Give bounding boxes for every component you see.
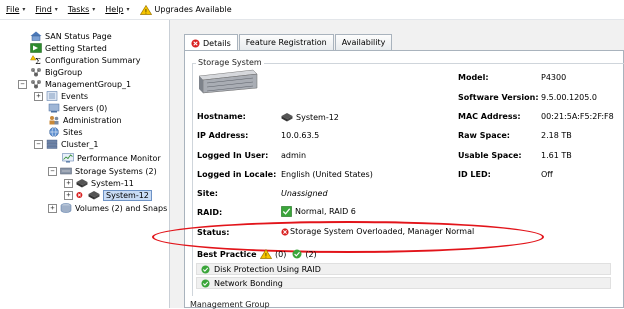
- group-icon: [31, 80, 41, 89]
- locale-value: English (United States): [281, 170, 373, 179]
- collapse-icon[interactable]: −: [18, 79, 27, 89]
- id-led-value: Off: [541, 170, 553, 179]
- tab-availability[interactable]: Availability: [334, 34, 393, 50]
- ip-value: 10.0.63.5: [281, 131, 320, 140]
- server-icon: [48, 103, 60, 113]
- disk-icon: [76, 179, 88, 188]
- home-icon: [30, 31, 42, 41]
- tree-item-system-12[interactable]: + System-12: [64, 189, 152, 201]
- usable-space-value: 1.61 TB: [541, 151, 572, 160]
- menu-tasks[interactable]: Tasks ▾: [68, 5, 95, 14]
- globe-icon: [49, 127, 59, 137]
- site-value: Unassigned: [281, 189, 328, 198]
- status-highlight-ellipse: [152, 221, 544, 253]
- tree-item-configuration-summary[interactable]: Σ Configuration Summary: [30, 54, 140, 66]
- chevron-down-icon: ▾: [54, 6, 58, 13]
- usable-space-label: Usable Space:: [458, 151, 522, 160]
- raw-space-value: 2.18 TB: [541, 131, 572, 140]
- disk-icon: [281, 113, 293, 122]
- section-title: Storage System: [196, 58, 264, 67]
- expand-icon[interactable]: +: [48, 203, 57, 213]
- hostname-label: Hostname:: [197, 112, 246, 121]
- tree-item-management-group[interactable]: − ManagementGroup_1: [18, 78, 131, 90]
- svg-text:!: !: [144, 8, 146, 14]
- tree-item-cluster[interactable]: − Cluster_1: [34, 138, 98, 150]
- site-label: Site:: [197, 189, 218, 198]
- expand-icon[interactable]: +: [64, 178, 73, 188]
- getting-started-icon: [30, 43, 42, 53]
- navigation-tree-panel: SAN Status Page Getting Started Σ Config…: [0, 20, 170, 308]
- tree-item-storage-systems[interactable]: − Storage Systems (2): [48, 165, 157, 177]
- disk-icon: [88, 191, 100, 200]
- id-led-label: ID LED:: [458, 170, 491, 179]
- tree-item-servers[interactable]: Servers (0): [48, 102, 107, 114]
- best-practice-item[interactable]: Disk Protection Using RAID: [196, 263, 611, 275]
- events-icon: [46, 91, 58, 101]
- hostname-value: System-12: [281, 112, 339, 122]
- raw-space-label: Raw Space:: [458, 131, 510, 140]
- storage-device-image: [198, 69, 258, 94]
- best-practice-title: Best Practice: [197, 250, 257, 259]
- warning-icon: !: [260, 249, 272, 259]
- menu-bar: File ▾ Find ▾ Tasks ▾ Help ▾ ! Upgrades Avai…: [0, 0, 624, 20]
- expand-icon[interactable]: +: [64, 190, 73, 200]
- raid-label: RAID:: [197, 208, 223, 217]
- svg-text:!: !: [265, 253, 267, 259]
- tree-item-san-status[interactable]: SAN Status Page: [30, 30, 112, 42]
- tab-details[interactable]: Details: [184, 34, 238, 51]
- svg-text:Σ: Σ: [35, 57, 41, 65]
- monitor-icon: [62, 153, 74, 163]
- raid-value: Normal, RAID 6: [281, 206, 356, 217]
- menu-help[interactable]: Help ▾: [105, 5, 129, 14]
- tab-bar: Details Feature Registration Availabilit…: [184, 34, 393, 51]
- tree-item-system-11[interactable]: + System-11: [64, 177, 134, 189]
- chevron-down-icon: ▾: [92, 6, 96, 13]
- best-practice-summary: ! (0) (2): [260, 249, 317, 259]
- logged-user-label: Logged In User:: [197, 151, 269, 160]
- collapse-icon[interactable]: −: [48, 166, 57, 176]
- warning-icon: !: [139, 4, 152, 15]
- model-label: Model:: [458, 73, 489, 82]
- volume-icon: [60, 203, 72, 213]
- mac-address-label: MAC Address:: [458, 112, 521, 121]
- model-value: P4300: [541, 73, 567, 82]
- tree-item-getting-started[interactable]: Getting Started: [30, 42, 107, 54]
- menu-find[interactable]: Find ▾: [35, 5, 57, 14]
- admin-icon: [49, 116, 59, 125]
- tree-item-sites[interactable]: Sites: [48, 126, 83, 138]
- ip-label: IP Address:: [197, 131, 249, 140]
- storage-icon: [60, 167, 72, 175]
- locale-label: Logged in Locale:: [197, 170, 277, 179]
- tab-feature-registration[interactable]: Feature Registration: [238, 34, 334, 50]
- cluster-icon: [46, 139, 58, 149]
- expand-icon[interactable]: +: [34, 91, 43, 101]
- mac-address-value: 00:21:5A:F5:2F:F8: [541, 112, 614, 121]
- ok-icon: [201, 278, 210, 288]
- upgrades-available-link[interactable]: ! Upgrades Available: [139, 4, 232, 15]
- collapse-icon[interactable]: −: [34, 139, 43, 149]
- software-version-value: 9.5.00.1205.0: [541, 93, 597, 102]
- tree-item-events[interactable]: + Events: [34, 90, 88, 102]
- ok-icon: [292, 249, 302, 259]
- best-practice-item[interactable]: Network Bonding: [196, 277, 611, 289]
- chevron-down-icon: ▾: [22, 6, 26, 13]
- chevron-down-icon: ▾: [126, 6, 130, 13]
- error-icon: [76, 192, 83, 198]
- tree-item-performance-monitor[interactable]: Performance Monitor: [62, 152, 161, 164]
- tree-item-biggroup[interactable]: BigGroup: [30, 66, 82, 78]
- checkmark-icon: [281, 206, 292, 217]
- logged-user-value: admin: [281, 151, 307, 160]
- software-version-label: Software Version:: [458, 93, 539, 102]
- error-icon: [191, 38, 200, 48]
- tree-item-administration[interactable]: Administration: [48, 114, 122, 126]
- tree-item-volumes[interactable]: + Volumes (2) and Snaps: [48, 202, 167, 214]
- menu-file[interactable]: File ▾: [6, 5, 25, 14]
- group-icon: [31, 68, 41, 77]
- ok-icon: [201, 264, 210, 274]
- summary-icon: Σ: [30, 55, 41, 65]
